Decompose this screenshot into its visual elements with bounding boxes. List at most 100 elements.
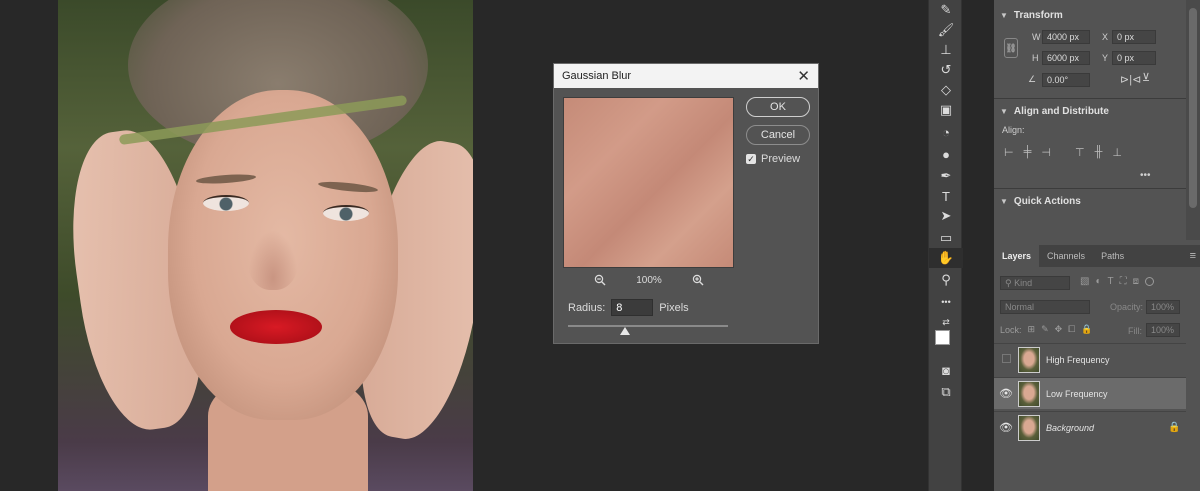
radius-slider-thumb[interactable] <box>620 327 630 335</box>
section-divider <box>994 98 1186 99</box>
angle-icon: ∠ <box>1028 74 1037 84</box>
preview-label: Preview <box>761 153 801 165</box>
scrollbar-thumb[interactable] <box>1189 8 1197 208</box>
filter-toggle-icon[interactable] <box>1144 277 1154 286</box>
blur-preview-pane[interactable] <box>563 97 734 268</box>
lock-icon: 🔒 <box>1168 422 1181 433</box>
height-field[interactable]: 6000 px <box>1042 51 1090 65</box>
chevron-down-icon[interactable]: ▼ <box>1000 197 1008 206</box>
transform-title: Transform <box>1013 10 1063 21</box>
transform-section-header[interactable]: ▼ Transform <box>1000 10 1063 21</box>
more-icon[interactable]: ••• <box>1140 170 1151 181</box>
blur-icon[interactable]: ◔ <box>929 122 963 142</box>
filter-adjustment-icon[interactable]: ◐ <box>1095 276 1101 287</box>
y-field[interactable]: 0 px <box>1112 51 1156 65</box>
flip-horizontal-icon[interactable]: ⊳|⊲ <box>1120 73 1141 86</box>
history-brush-icon[interactable]: ↺ <box>929 60 963 80</box>
photo-lips <box>230 310 322 344</box>
align-right-icon[interactable]: ⊣ <box>1041 146 1051 159</box>
fill-field[interactable]: 100% <box>1146 323 1180 337</box>
quick-mask-icon[interactable]: ◙ <box>929 360 963 380</box>
radius-row: Radius: Pixels <box>568 299 689 316</box>
rectangle-icon[interactable]: ▭ <box>929 228 963 248</box>
layer-row-background[interactable]: 👁 Background 🔒 <box>994 411 1186 443</box>
preview-checkbox[interactable]: ✓ Preview <box>746 153 800 165</box>
visibility-toggle-empty[interactable] <box>994 353 1018 366</box>
type-icon[interactable]: T <box>929 186 963 206</box>
screen-mode-icon[interactable]: ⧉ <box>929 382 963 402</box>
lock-artboard-icon[interactable]: ⧠ <box>1068 324 1075 335</box>
eye-icon[interactable]: 👁 <box>994 387 1018 400</box>
lock-paint-icon[interactable]: ✎ <box>1041 324 1049 335</box>
filter-pixel-icon[interactable]: ▧ <box>1080 276 1089 287</box>
gradient-icon[interactable]: ▣ <box>929 100 963 120</box>
quick-actions-section-header[interactable]: ▼ Quick Actions <box>1000 196 1081 207</box>
eye-icon[interactable]: 👁 <box>994 421 1018 434</box>
lock-all-icon[interactable]: 🔒 <box>1081 324 1092 335</box>
filter-type-icon[interactable]: T <box>1108 276 1114 287</box>
pen-icon[interactable]: ✒ <box>929 166 963 186</box>
width-field[interactable]: 4000 px <box>1042 30 1090 44</box>
align-label: Align: <box>1002 125 1025 135</box>
y-label: Y <box>1102 53 1109 63</box>
gaussian-blur-dialog: Gaussian Blur ✕ 100% Radius: Pixels OK C… <box>553 63 819 344</box>
foreground-color-swatch[interactable] <box>935 330 950 345</box>
flip-vertical-icon[interactable]: ⊻ <box>1142 71 1150 84</box>
tab-paths[interactable]: Paths <box>1093 245 1132 267</box>
zoom-in-icon[interactable] <box>692 274 704 286</box>
path-select-icon[interactable]: ➤ <box>929 206 963 226</box>
swap-colors-icon[interactable]: ⇄ <box>929 312 963 332</box>
more-icon[interactable]: ••• <box>929 292 963 312</box>
align-center-h-icon[interactable]: ╪ <box>1024 146 1032 159</box>
align-center-v-icon[interactable]: ╫ <box>1095 146 1103 159</box>
lock-position-icon[interactable]: ✥ <box>1055 324 1063 335</box>
layer-name: Low Frequency <box>1046 388 1108 399</box>
brush-icon[interactable]: ✎ <box>929 0 963 20</box>
dialog-titlebar[interactable]: Gaussian Blur ✕ <box>554 64 818 88</box>
align-left-icon[interactable]: ⊢ <box>1004 146 1014 159</box>
layer-row-low-frequency[interactable]: 👁 Low Frequency <box>994 377 1186 409</box>
photo-eye <box>203 195 249 211</box>
x-field[interactable]: 0 px <box>1112 30 1156 44</box>
radius-slider[interactable] <box>568 325 728 335</box>
panel-menu-icon[interactable]: ≡ <box>1190 250 1200 262</box>
layer-row-high-frequency[interactable]: High Frequency <box>994 343 1186 375</box>
layers-panel-tabs: Layers Channels Paths ≡ <box>994 245 1200 267</box>
zoom-level: 100% <box>636 274 662 286</box>
photo-eye <box>323 205 369 221</box>
layer-filter-search[interactable]: ⚲ Kind <box>1000 276 1070 290</box>
align-bottom-icon[interactable]: ⊥ <box>1112 146 1122 159</box>
blend-mode-select[interactable]: Normal <box>1000 300 1090 314</box>
quick-actions-title: Quick Actions <box>1013 196 1081 207</box>
chevron-down-icon[interactable]: ▼ <box>1000 11 1008 20</box>
panel-scrollbar[interactable] <box>1186 0 1200 240</box>
link-icon[interactable]: ⛓ <box>1004 38 1018 58</box>
checkmark-icon[interactable]: ✓ <box>746 154 756 164</box>
zoom-out-icon[interactable] <box>594 274 606 286</box>
photo-nose <box>248 230 298 290</box>
ok-button[interactable]: OK <box>746 97 810 117</box>
brush-icon[interactable]: 🖌 <box>929 20 963 40</box>
tab-layers[interactable]: Layers <box>994 245 1040 267</box>
stamp-icon[interactable]: ⊥ <box>929 40 963 60</box>
dodge-icon[interactable]: ● <box>929 144 963 164</box>
radius-label: Radius: <box>568 301 606 314</box>
filter-smart-icon[interactable]: ⧈ <box>1133 276 1139 287</box>
cancel-button[interactable]: Cancel <box>746 125 810 145</box>
lock-pixels-icon[interactable]: ⊞ <box>1028 324 1036 335</box>
align-icons-row: ⊢ ╪ ⊣ ⊤ ╫ ⊥ <box>1004 146 1122 159</box>
align-section-header[interactable]: ▼ Align and Distribute <box>1000 106 1109 117</box>
tab-channels[interactable]: Channels <box>1039 245 1093 267</box>
section-divider <box>994 188 1186 189</box>
opacity-field[interactable]: 100% <box>1146 300 1180 314</box>
angle-field[interactable]: 0.00° <box>1042 73 1090 87</box>
filter-shape-icon[interactable]: ⛶ <box>1120 276 1127 287</box>
hand-icon[interactable]: ✋ <box>929 248 963 268</box>
align-top-icon[interactable]: ⊤ <box>1075 146 1085 159</box>
align-title: Align and Distribute <box>1013 106 1109 117</box>
radius-input[interactable] <box>611 299 654 316</box>
eraser-icon[interactable]: ◇ <box>929 80 963 100</box>
zoom-icon[interactable]: ⚲ <box>929 270 963 290</box>
close-icon[interactable]: ✕ <box>797 67 810 85</box>
chevron-down-icon[interactable]: ▼ <box>1000 107 1008 116</box>
